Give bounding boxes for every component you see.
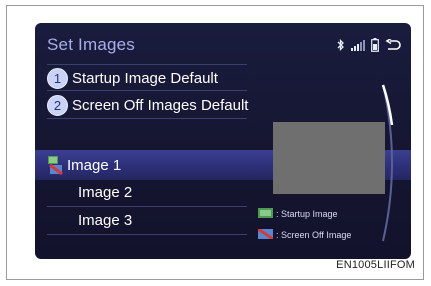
display-screen: Set Images 1 Startup Image Default 2 Scr…	[35, 23, 411, 259]
menu-item-image-2[interactable]: Image 2	[78, 179, 132, 205]
divider	[47, 118, 247, 119]
status-bar	[337, 37, 401, 53]
divider	[47, 234, 247, 235]
menu-item-label: Image 3	[78, 211, 133, 229]
menu-item-label: Image 2	[78, 183, 133, 201]
figure-code: EN1005LIIFOM	[336, 259, 415, 271]
signal-bars-icon	[351, 39, 365, 51]
divider	[47, 206, 247, 207]
legend-startup: : Startup Image	[258, 208, 338, 220]
number-badge: 2	[47, 94, 68, 116]
screen-off-image-icon	[257, 227, 274, 241]
menu-item-screen-off-default[interactable]: 2 Screen Off Images Default	[47, 92, 248, 118]
menu-item-label: Startup Image Default	[72, 69, 218, 87]
menu-item-startup-default[interactable]: 1 Startup Image Default	[47, 65, 218, 91]
image-preview	[273, 122, 385, 194]
menu-item-label: Screen Off Images Default	[72, 96, 249, 114]
phone-battery-icon	[371, 38, 379, 52]
number-badge: 1	[47, 67, 68, 89]
menu-item-image-3[interactable]: Image 3	[78, 207, 132, 233]
menu-item-image-1[interactable]: Image 1	[47, 152, 121, 178]
legend-screen-off: : Screen Off Image	[257, 227, 352, 241]
startup-image-icon	[258, 208, 273, 220]
figure-frame: Set Images 1 Startup Image Default 2 Scr…	[6, 5, 424, 280]
back-arrow-icon[interactable]	[385, 38, 401, 52]
screen-title: Set Images	[47, 35, 135, 54]
legend-screen-off-label: : Screen Off Image	[276, 230, 352, 240]
scroll-indicator[interactable]	[379, 83, 407, 243]
legend-startup-label: : Startup Image	[276, 209, 338, 219]
menu-item-label: Image 1	[67, 156, 122, 174]
bluetooth-icon	[337, 39, 345, 51]
startup-screen-off-tag-icon	[47, 155, 63, 176]
